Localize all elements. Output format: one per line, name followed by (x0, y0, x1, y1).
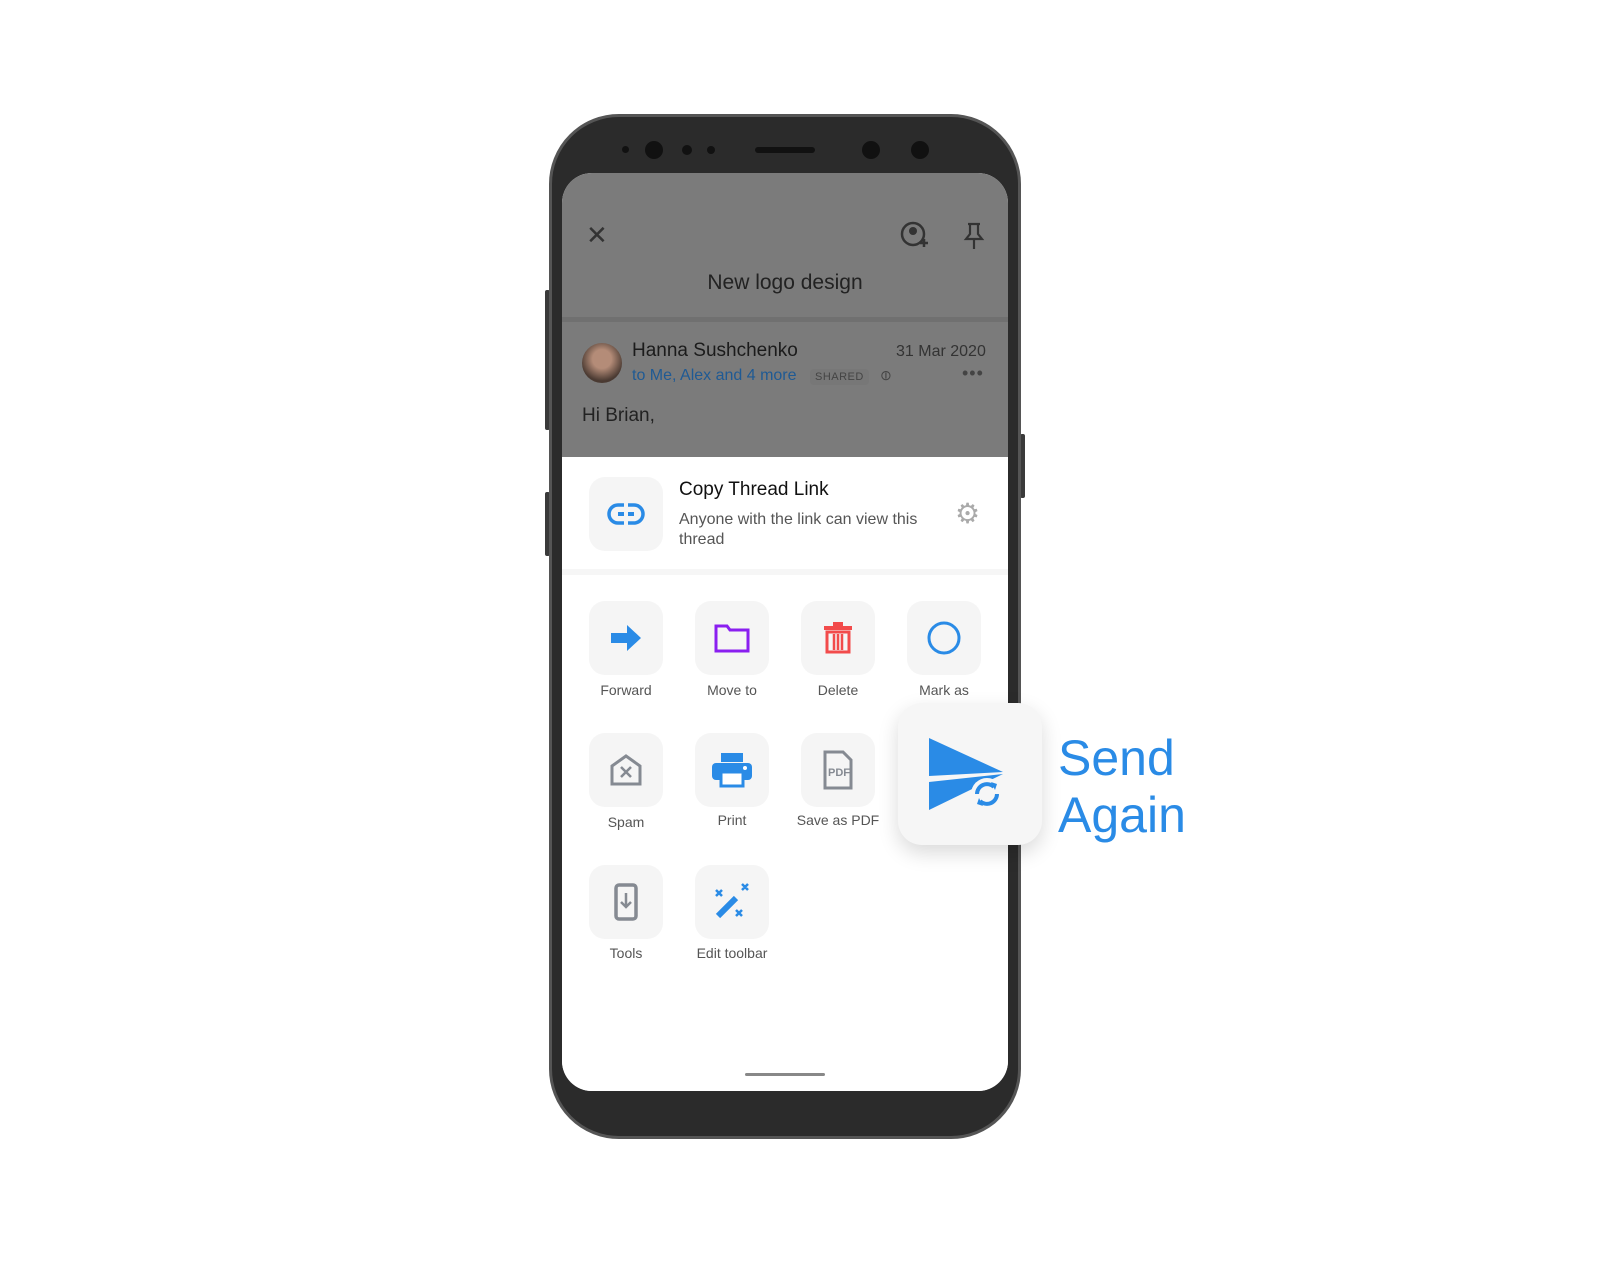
callout-line-1: Send (1058, 730, 1175, 786)
gear-icon[interactable]: ⚙ (955, 497, 980, 530)
forward-arrow-icon (611, 625, 641, 651)
sensor (682, 145, 692, 155)
printer-icon (712, 753, 752, 788)
camera (911, 141, 929, 159)
pin-icon[interactable] (962, 221, 986, 251)
sensor (707, 146, 715, 154)
trash-icon (824, 622, 852, 654)
print-label: Print (717, 812, 747, 828)
delete-label: Delete (817, 682, 859, 698)
sender-name: Hanna Sushchenko (632, 340, 798, 361)
phone-download-icon (614, 883, 638, 921)
save-as-pdf-button[interactable]: PDF (801, 733, 875, 807)
copy-link-button[interactable] (589, 477, 663, 551)
camera (862, 141, 880, 159)
divider (562, 569, 1008, 575)
shared-badge: SHARED (810, 369, 869, 385)
home-indicator[interactable] (745, 1073, 825, 1076)
camera (645, 141, 663, 159)
send-again-icon (929, 738, 1003, 810)
tools-label: Tools (609, 945, 643, 961)
message-date: 31 Mar 2020 (896, 343, 986, 360)
send-again-button[interactable] (898, 703, 1042, 845)
pdf-file-icon: PDF (823, 750, 853, 790)
forward-button[interactable] (589, 601, 663, 675)
callout-text: Send Again (1058, 730, 1186, 844)
speaker (755, 147, 815, 153)
divider (562, 317, 1008, 322)
delete-button[interactable] (801, 601, 875, 675)
sensor (622, 146, 629, 153)
print-button[interactable] (695, 733, 769, 807)
folder-icon (714, 624, 750, 653)
link-icon: ⊘ (875, 365, 896, 385)
move-to-button[interactable] (695, 601, 769, 675)
edit-toolbar-button[interactable] (695, 865, 769, 939)
chain-link-icon (607, 502, 645, 526)
recipients-link[interactable]: to Me, Alex and 4 more (632, 367, 797, 385)
magic-wand-icon (715, 883, 749, 919)
mark-as-button[interactable] (907, 601, 981, 675)
email-view-dimmed: ✕ New logo design Hanna Sushchenko 31 Ma… (562, 173, 1008, 457)
callout-line-2: Again (1058, 787, 1186, 843)
edit-toolbar-label: Edit toolbar (696, 945, 768, 961)
spam-label: Spam (607, 814, 645, 830)
screen: ✕ New logo design Hanna Sushchenko 31 Ma… (562, 173, 1008, 1091)
message-body: Hi Brian, (582, 405, 655, 426)
add-person-icon[interactable] (900, 221, 930, 251)
circle-icon (927, 621, 961, 655)
svg-text:PDF: PDF (828, 767, 850, 779)
more-icon[interactable]: ••• (962, 363, 984, 384)
page-title: New logo design (707, 271, 863, 294)
copy-link-title[interactable]: Copy Thread Link (679, 479, 829, 501)
spam-button[interactable] (589, 733, 663, 807)
move-to-label: Move to (707, 682, 757, 698)
forward-label: Forward (600, 682, 652, 698)
copy-link-subtitle: Anyone with the link can view this threa… (679, 511, 918, 548)
mark-as-label: Mark as (919, 682, 969, 698)
close-icon[interactable]: ✕ (586, 222, 608, 248)
avatar[interactable] (582, 343, 622, 383)
save-as-pdf-label: Save as PDF (796, 812, 880, 828)
spam-icon (610, 754, 642, 786)
tools-button[interactable] (589, 865, 663, 939)
